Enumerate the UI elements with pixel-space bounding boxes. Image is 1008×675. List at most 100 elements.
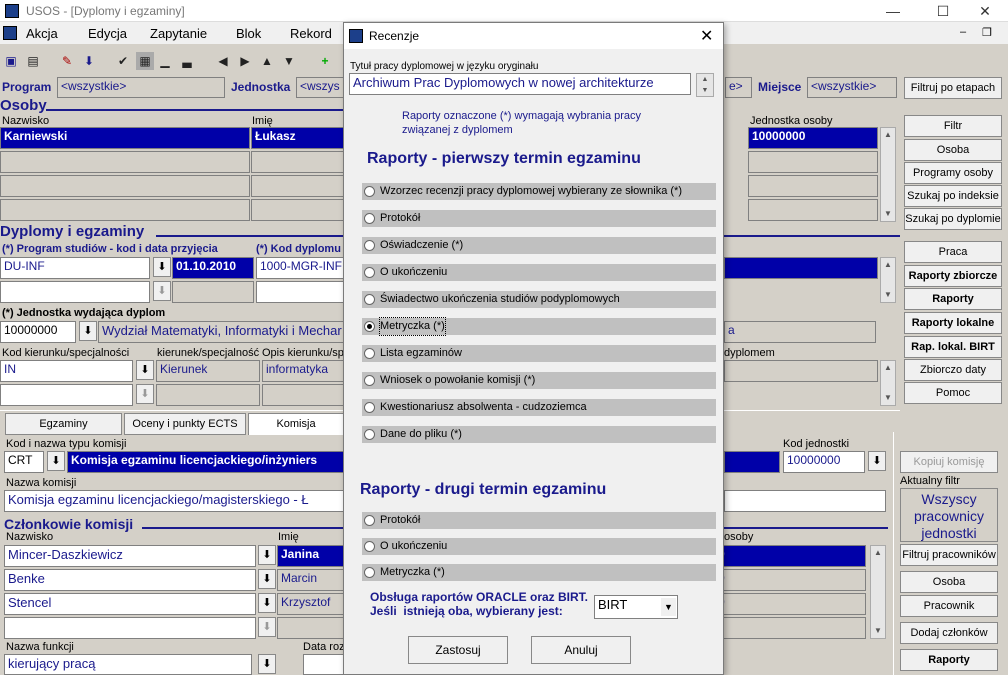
edit-icon[interactable]: ✎ xyxy=(58,52,76,70)
osoba-row4-imie[interactable] xyxy=(251,199,344,221)
radio-lista-egzaminow[interactable]: Lista egzaminów xyxy=(362,345,716,362)
data-rozpoczecia-field[interactable] xyxy=(303,654,344,675)
menu-rekord[interactable]: Rekord xyxy=(290,26,332,41)
zastosuj-button[interactable]: Zastosuj xyxy=(408,636,508,664)
jednostka-lov-icon[interactable]: ⬇ xyxy=(79,321,97,341)
radio-kwestionariusz[interactable]: Kwestionariusz absolwenta - cudzoziemca xyxy=(362,399,716,416)
grid-icon[interactable]: ▦ xyxy=(136,52,154,70)
radio-circle[interactable] xyxy=(364,213,375,224)
czlonek-lov-icon-4[interactable]: ⬇ xyxy=(258,617,276,637)
print-icon[interactable]: ▤ xyxy=(24,52,42,70)
szukaj-po-dyplomie-button[interactable]: Szukaj po dyplomie xyxy=(904,208,1002,230)
radio-circle[interactable] xyxy=(364,240,375,251)
prev-icon[interactable]: ◀ xyxy=(214,52,232,70)
next-icon[interactable]: ▶ xyxy=(236,52,254,70)
zbiorczo-daty-button[interactable]: Zbiorczo daty xyxy=(904,359,1002,381)
radio-circle[interactable] xyxy=(364,348,375,359)
czlonek-lov-icon-2[interactable]: ⬇ xyxy=(258,569,276,589)
czlonek-nazwisko-4[interactable] xyxy=(4,617,256,639)
close-window-icon[interactable]: ✕ xyxy=(962,0,1008,22)
filtr-button[interactable]: Filtr xyxy=(904,115,1002,137)
filtruj-po-etapach-button[interactable]: Filtruj po etapach xyxy=(904,77,1002,99)
osoba-row2-jednostka[interactable] xyxy=(748,151,878,173)
kod-kierunku-field[interactable]: IN xyxy=(0,360,133,382)
praca-button[interactable]: Praca xyxy=(904,241,1002,263)
osoba-row3-jednostka[interactable] xyxy=(748,175,878,197)
radio-circle[interactable] xyxy=(364,541,375,552)
radio-circle[interactable] xyxy=(364,186,375,197)
radio-circle[interactable] xyxy=(364,515,375,526)
komisja-lov-icon[interactable]: ⬇ xyxy=(47,451,65,471)
program-lov-icon[interactable]: ⬇ xyxy=(153,257,171,277)
radio-circle-selected[interactable] xyxy=(364,321,375,332)
funkcja-lov-icon[interactable]: ⬇ xyxy=(258,654,276,674)
raporty-zbiorcze-button[interactable]: Raporty zbiorcze xyxy=(904,265,1002,287)
osoba-jednostka[interactable]: 10000000 xyxy=(748,127,878,149)
kod-dyplomu-field[interactable]: 1000-MGR-INF xyxy=(256,257,344,279)
radio-oswiadczenie[interactable]: Oświadczenie (*) xyxy=(362,237,716,254)
osoba-nazwisko[interactable]: Karniewski xyxy=(0,127,250,149)
down-icon[interactable]: ▼ xyxy=(280,52,298,70)
jednostka-wydajaca-field[interactable]: 10000000 xyxy=(0,321,76,343)
kod-kierunku-field-2[interactable] xyxy=(0,384,133,406)
miejsce-filter[interactable]: <wszystkie> xyxy=(807,77,897,98)
add-icon[interactable]: + xyxy=(316,52,334,70)
dyplom-selected-right[interactable] xyxy=(724,257,878,279)
chart-icon[interactable]: ▁ xyxy=(156,52,174,70)
data-przyjecia-field[interactable]: 01.10.2010 xyxy=(172,257,254,279)
czlonek-nazwisko-3[interactable]: Stencel xyxy=(4,593,256,615)
radio2-o-ukonczeniu[interactable]: O ukończeniu xyxy=(362,538,716,555)
minimize-icon[interactable]: — xyxy=(870,0,916,22)
menu-blok[interactable]: Blok xyxy=(236,26,261,41)
osoba-bottom-button[interactable]: Osoba xyxy=(900,571,998,593)
save-icon[interactable]: ▣ xyxy=(2,52,20,70)
data-przyjecia-field-2[interactable] xyxy=(172,281,254,303)
radio-circle[interactable] xyxy=(364,429,375,440)
program-studiow-field-2[interactable] xyxy=(0,281,150,303)
radio-circle[interactable] xyxy=(364,375,375,386)
radio-circle[interactable] xyxy=(364,402,375,413)
tytul-pracy-field[interactable]: Archiwum Prac Dyplomowych w nowej archit… xyxy=(349,73,691,95)
osoba-row2-imie[interactable] xyxy=(251,151,344,173)
kod-jednostki-field[interactable]: 10000000 xyxy=(783,451,865,473)
radio-protokol[interactable]: Protokół xyxy=(362,210,716,227)
download-icon[interactable]: ⬇ xyxy=(80,52,98,70)
radio-circle[interactable] xyxy=(364,567,375,578)
czlonek-lov-icon-3[interactable]: ⬇ xyxy=(258,593,276,613)
pracownik-button[interactable]: Pracownik xyxy=(900,595,998,617)
osoba-row3-nazwisko[interactable] xyxy=(0,175,250,197)
radio-wzorzec-recenzji[interactable]: Wzorzec recenzji pracy dyplomowej wybier… xyxy=(362,183,716,200)
tab-egzaminy[interactable]: Egzaminy xyxy=(5,413,122,435)
kod-dyplomu-field-2[interactable] xyxy=(256,281,344,303)
tytul-spinner-icon[interactable]: ▲ ▼ xyxy=(696,73,714,97)
radio-metryczka[interactable]: Metryczka (*) xyxy=(362,317,716,336)
kod-typu-komisji-field[interactable]: CRT xyxy=(4,451,44,473)
up-icon[interactable]: ▲ xyxy=(258,52,276,70)
osoba-row4-jednostka[interactable] xyxy=(748,199,878,221)
menu-edycja[interactable]: Edycja xyxy=(88,26,127,41)
query-icon[interactable]: ✔ xyxy=(114,52,132,70)
radio-swiadectwo[interactable]: Świadectwo ukończenia studiów podyplomow… xyxy=(362,291,716,308)
filtruj-pracownikow-button[interactable]: Filtruj pracowników xyxy=(900,544,998,566)
nazwa-komisji-right[interactable] xyxy=(724,490,886,512)
chart2-icon[interactable]: ▃ xyxy=(178,52,196,70)
radio-dane-do-pliku[interactable]: Dane do pliku (*) xyxy=(362,426,716,443)
osoba-row3-imie[interactable] xyxy=(251,175,344,197)
tab-oceny[interactable]: Oceny i punkty ECTS xyxy=(124,413,246,435)
pomoc-button[interactable]: Pomoc xyxy=(904,382,1002,404)
osoba-row2-nazwisko[interactable] xyxy=(0,151,250,173)
chevron-down-icon[interactable]: ▼ xyxy=(661,598,676,616)
dialog-close-icon[interactable]: ✕ xyxy=(700,26,713,46)
czlonek-lov-icon[interactable]: ⬇ xyxy=(258,545,276,565)
osoby-scrollbar[interactable]: ▲ ▼ xyxy=(880,127,896,222)
anuluj-button[interactable]: Anuluj xyxy=(531,636,631,664)
osoba-imie[interactable]: Łukasz xyxy=(251,127,344,149)
jednostka-filter[interactable]: <wszys xyxy=(296,77,344,98)
kopiuj-komisje-button[interactable]: Kopiuj komisję xyxy=(900,451,998,473)
rap-lokal-birt-button[interactable]: Rap. lokal. BIRT xyxy=(904,336,1002,358)
czlonek-nazwisko[interactable]: Mincer-Daszkiewicz xyxy=(4,545,256,567)
radio-o-ukonczeniu[interactable]: O ukończeniu xyxy=(362,264,716,281)
dodaj-czlonkow-button[interactable]: Dodaj członków xyxy=(900,622,998,644)
kierunek-lov-icon[interactable]: ⬇ xyxy=(136,360,154,380)
radio-circle[interactable] xyxy=(364,267,375,278)
